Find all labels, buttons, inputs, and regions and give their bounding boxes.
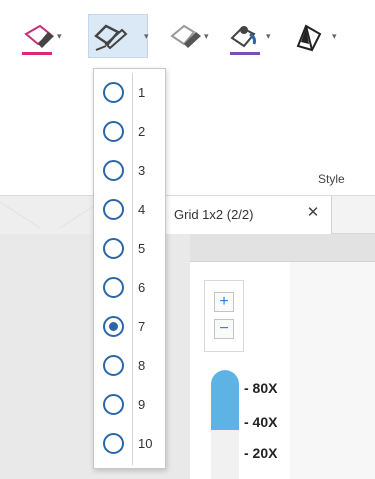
line-width-option-6[interactable]: 6 (94, 269, 165, 307)
line-width-option-3[interactable]: 3 (94, 152, 165, 190)
radio-icon[interactable] (103, 277, 124, 298)
zoom-in-button[interactable]: + (214, 292, 234, 312)
magnification-slider[interactable] (211, 370, 239, 479)
ribbon-group-label: Style (318, 172, 345, 186)
line-width-option-9[interactable]: 9 (94, 386, 165, 424)
chevron-down-icon[interactable]: ▾ (144, 32, 153, 41)
radio-icon[interactable] (103, 394, 124, 415)
radio-icon[interactable] (103, 433, 124, 454)
option-label: 8 (138, 358, 146, 373)
tab-label: Grid 1x2 (2/2) (174, 207, 254, 222)
magnification-level-fill (211, 370, 239, 430)
chevron-down-icon[interactable]: ▾ (266, 32, 275, 41)
zoom-out-button[interactable]: − (214, 319, 234, 339)
option-label: 2 (138, 124, 146, 139)
radio-icon[interactable] (103, 199, 124, 220)
zoom-controls: + − (204, 280, 244, 352)
document-tab-strip: Grid 1x2 (2/2) ✕ (0, 196, 375, 234)
chevron-down-icon[interactable]: ▾ (57, 32, 66, 41)
radio-icon[interactable] (103, 355, 124, 376)
line-width-option-2[interactable]: 2 (94, 113, 165, 151)
magnification-label-80x[interactable]: - 80X (244, 380, 277, 396)
viewer-header-bar (190, 234, 375, 262)
image-viewer (0, 234, 375, 479)
line-width-dropdown: 1 2 3 4 5 6 7 8 9 10 (93, 68, 166, 469)
tab-grid-1x2[interactable]: Grid 1x2 (2/2) ✕ (164, 196, 332, 234)
chevron-down-icon[interactable]: ▾ (204, 32, 213, 41)
line-width-option-8[interactable]: 8 (94, 347, 165, 385)
fill-color-icon (230, 26, 260, 55)
option-label: 7 (138, 319, 146, 334)
line-width-option-5[interactable]: 5 (94, 230, 165, 268)
radio-icon[interactable] (103, 238, 124, 259)
option-label: 3 (138, 163, 146, 178)
transparency-icon (296, 24, 322, 52)
line-width-option-4[interactable]: 4 (94, 191, 165, 229)
magnification-label-40x[interactable]: - 40X (244, 414, 277, 430)
highlighter-icon (170, 24, 201, 48)
pen-color-icon (22, 24, 54, 55)
radio-icon[interactable] (103, 82, 124, 103)
close-icon[interactable]: ✕ (304, 204, 322, 222)
option-label: 9 (138, 397, 146, 412)
radio-icon[interactable] (103, 160, 124, 181)
option-label: 10 (138, 436, 153, 451)
chevron-down-icon[interactable]: ▾ (332, 32, 341, 41)
line-thickness-icon (94, 24, 128, 51)
option-label: 1 (138, 85, 146, 100)
magnification-label-20x[interactable]: - 20X (244, 445, 277, 461)
line-width-option-1[interactable]: 1 (94, 74, 165, 112)
radio-icon[interactable] (103, 121, 124, 142)
ribbon-toolbar: ▾ ▾ ▾ ▾ ▾ Style (0, 0, 375, 196)
line-width-option-7[interactable]: 7 (94, 308, 165, 346)
radio-icon[interactable] (103, 316, 124, 337)
line-width-option-10[interactable]: 10 (94, 425, 165, 463)
option-label: 4 (138, 202, 146, 217)
option-label: 6 (138, 280, 146, 295)
option-label: 5 (138, 241, 146, 256)
